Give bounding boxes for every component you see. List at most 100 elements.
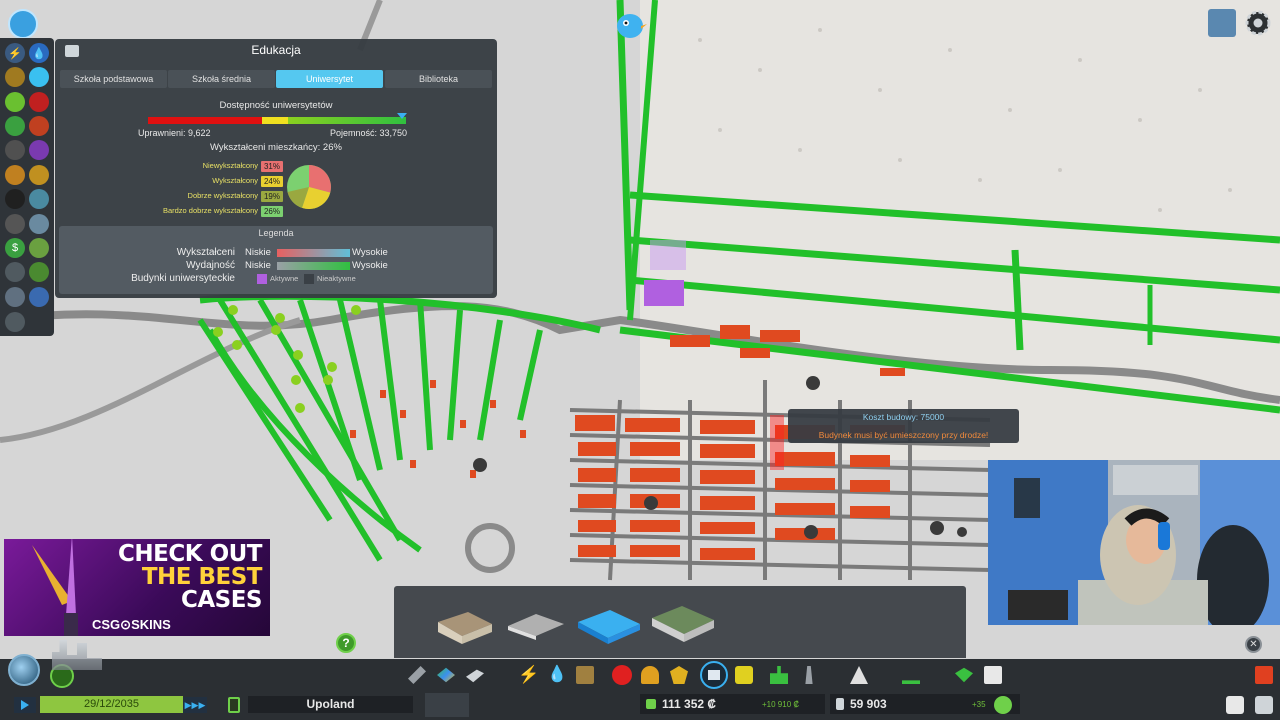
tab-high-school[interactable]: Szkoła średnia (168, 70, 275, 88)
capacity-marker-icon (397, 113, 407, 119)
building-option-1[interactable] (434, 604, 496, 644)
education-tool-icon[interactable] (700, 661, 728, 689)
wind-icon[interactable] (29, 189, 49, 209)
level-value: 26% (261, 206, 283, 217)
money-display[interactable]: 111 352 ₡ +10 910 ₡ (640, 694, 825, 714)
public-transport-tool-icon[interactable] (735, 666, 753, 684)
population-delta: +35 (972, 700, 986, 709)
build-cost: Koszt budowy: 75000 (862, 412, 945, 422)
ad-brand: CSG⊙SKINS (92, 617, 171, 632)
money-icon (646, 699, 656, 709)
pause-status-icon (228, 697, 240, 713)
knife-graphic (22, 539, 92, 636)
fire-icon[interactable] (29, 165, 49, 185)
happiness-face-icon[interactable] (994, 696, 1012, 714)
building-option-4[interactable] (650, 600, 716, 644)
transport-icon[interactable] (29, 116, 49, 136)
build-warning: Budynek musi być umieszczony przy drodze… (818, 430, 989, 440)
checklist-tool-icon[interactable] (984, 666, 1002, 684)
legend-high: Wysokie (352, 260, 388, 271)
traffic-icon[interactable] (5, 140, 25, 160)
economy-icon[interactable]: $ (5, 238, 25, 258)
eligible-label: Uprawnieni: 9,622 (138, 128, 211, 138)
crime-icon[interactable] (29, 140, 49, 160)
inactive-swatch (304, 274, 314, 284)
healthcare-tool-icon[interactable] (612, 665, 632, 685)
resource-icon[interactable] (5, 214, 25, 234)
level-label: Wykształcony (212, 176, 258, 185)
efficiency-gradient (277, 262, 350, 270)
level-value: 19% (261, 191, 283, 202)
education-pie-chart (287, 165, 331, 210)
building-option-university[interactable] (576, 606, 642, 644)
water-icon[interactable]: 💧 (29, 43, 49, 63)
availability-title: Dostępność uniwersytetów (219, 100, 333, 111)
info-views-toolbar: ⚡ 💧 $ (0, 38, 54, 336)
garbage-icon[interactable] (5, 67, 25, 87)
educated-gradient (277, 249, 350, 257)
population-display[interactable]: 59 903 +35 (830, 694, 1020, 714)
educated-residents-label: Wykształceni mieszkańcy: 26% (210, 142, 342, 153)
bulldozer-icon[interactable] (1255, 666, 1273, 684)
education-icon[interactable] (29, 67, 49, 87)
electricity-tool-icon[interactable]: ⚡ (518, 666, 539, 684)
districts-icon[interactable] (29, 287, 49, 307)
lock-icon[interactable] (5, 312, 25, 332)
tab-elementary-school[interactable]: Szkoła podstawowa (60, 70, 167, 88)
building-selection-menu (394, 586, 966, 658)
fire-tool-icon[interactable] (641, 666, 659, 684)
level-label: Bardzo dobrze wykształcony (162, 206, 258, 215)
question-icon[interactable]: ? (336, 633, 356, 653)
electricity-icon[interactable]: ⚡ (5, 43, 25, 63)
close-icon[interactable]: ✕ (1245, 636, 1262, 653)
capacity-label: Pojemność: 33,750 (330, 128, 408, 138)
active-swatch (257, 274, 267, 284)
population-amount: 59 903 (850, 697, 887, 711)
landvalue-icon[interactable] (5, 116, 25, 136)
money-delta: +10 910 ₡ (762, 700, 800, 709)
water-tool-icon[interactable]: 💧 (547, 666, 567, 684)
terrain-icon[interactable] (5, 262, 25, 282)
screenshot-camera-icon[interactable] (1226, 696, 1244, 714)
panel-title: Edukacja (251, 43, 301, 57)
parks-icon[interactable] (29, 262, 49, 282)
education-info-panel: Edukacja Szkoła podstawowa Szkoła średni… (55, 39, 497, 298)
speed-button[interactable]: ▶▶▶ (183, 697, 207, 713)
pollution-icon[interactable] (5, 189, 25, 209)
level-value: 24% (261, 176, 283, 187)
tab-university[interactable]: Uniwersytet (276, 70, 383, 88)
legend-buildings-label: Budynki uniwersyteckie (131, 273, 235, 284)
chirper-bird-icon[interactable] (612, 8, 648, 42)
legend-low: Niskie (245, 247, 271, 258)
build-tooltip: Koszt budowy: 75000 Budynek musi być umi… (788, 409, 1019, 443)
game-viewport: ⚡ 💧 $ Edukacja Szkoła podstawowa Szkoła … (0, 0, 1280, 720)
garbage-tool-icon[interactable] (576, 666, 594, 684)
building-option-2[interactable] (506, 610, 566, 640)
tab-library[interactable]: Biblioteka (385, 70, 492, 88)
level-value: 31% (261, 161, 283, 172)
game-date: 29/12/2035 (40, 696, 183, 713)
city-name[interactable]: Upoland (248, 696, 413, 713)
noise-icon[interactable] (5, 165, 25, 185)
ad-line-3: CASES (180, 587, 263, 613)
legend-low: Niskie (245, 260, 271, 271)
outside-connections-icon[interactable] (5, 287, 25, 307)
legend-active: Aktywne (270, 274, 299, 283)
legend-high: Wysokie (352, 247, 388, 258)
camera-icon[interactable] (425, 693, 469, 717)
toolbar-toggle-button[interactable] (8, 9, 38, 39)
chat-icon[interactable] (1255, 696, 1273, 714)
heating-icon[interactable] (29, 214, 49, 234)
globe-icon[interactable] (8, 654, 40, 686)
health-icon[interactable] (29, 92, 49, 112)
play-button[interactable] (14, 697, 36, 713)
legend-educated-label: Wykształceni (176, 247, 235, 258)
happiness-icon[interactable] (5, 92, 25, 112)
city-skyline-icon[interactable] (1208, 9, 1236, 37)
level-label: Dobrze wykształcony (187, 191, 258, 200)
gear-icon[interactable] (1244, 9, 1272, 37)
panel-tabs: Szkoła podstawowa Szkoła średnia Uniwers… (60, 70, 492, 88)
legend-inactive: Nieaktywne (317, 274, 356, 283)
nature-icon[interactable] (29, 238, 49, 258)
sponsor-banner: CHECK OUT THE BEST CASES CSG⊙SKINS (4, 539, 270, 636)
